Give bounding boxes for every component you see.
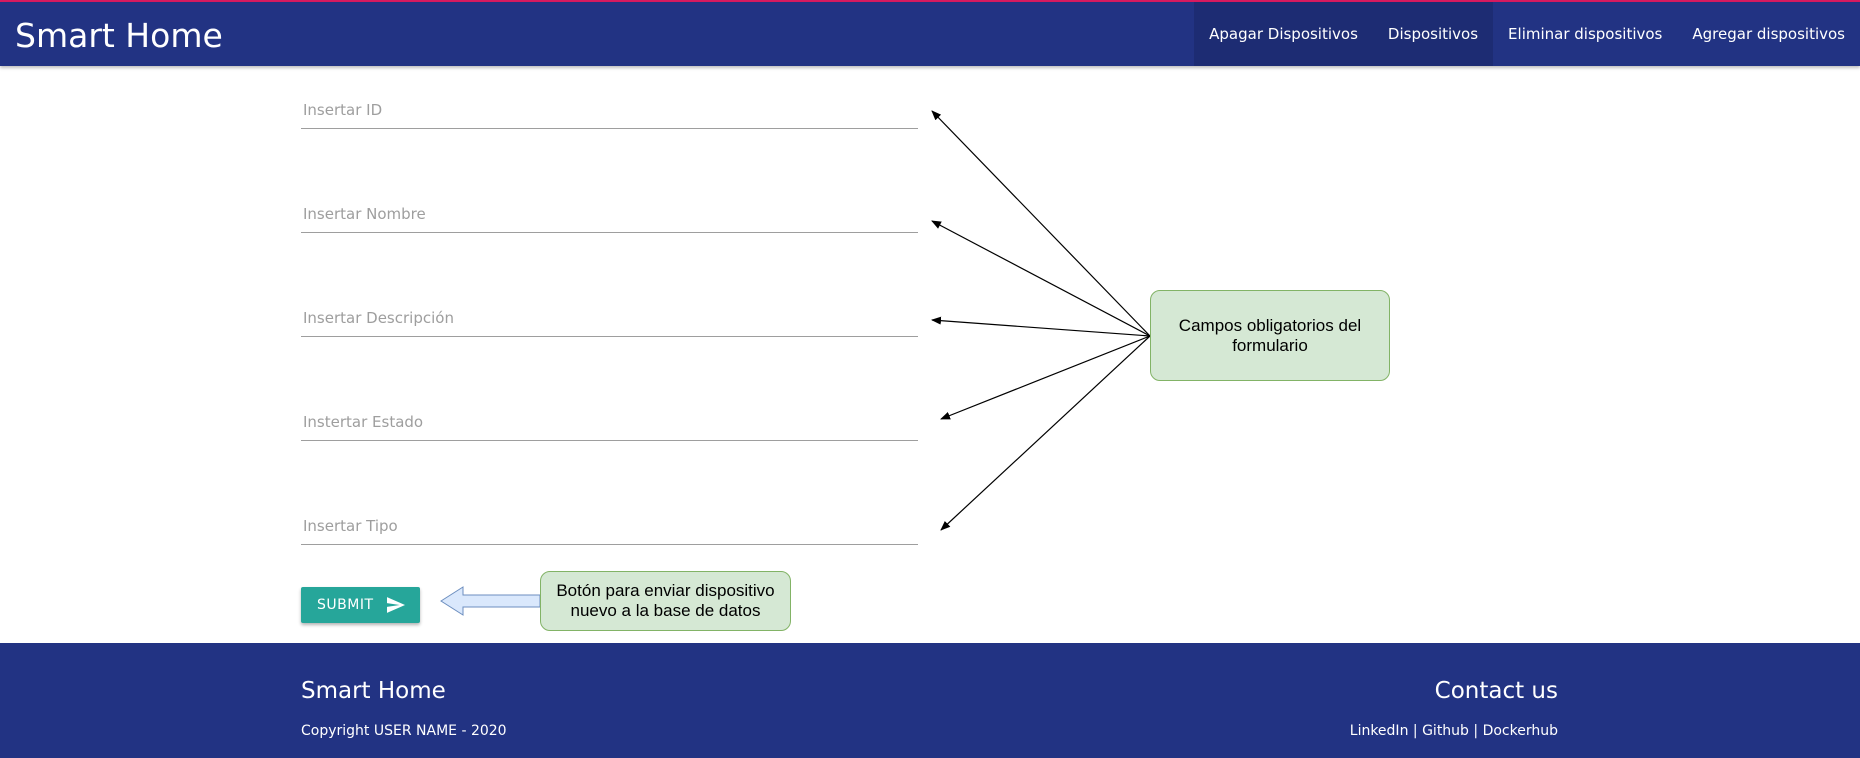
dockerhub-link[interactable]: Dockerhub bbox=[1483, 723, 1558, 739]
link-separator: | bbox=[1408, 723, 1423, 739]
link-separator: | bbox=[1468, 723, 1483, 739]
footer: Smart Home Copyright USER NAME - 2020 Co… bbox=[0, 643, 1860, 758]
footer-contact-title: Contact us bbox=[1434, 678, 1558, 704]
annotation-arrow-nombre bbox=[931, 220, 1151, 337]
github-link[interactable]: Github bbox=[1422, 723, 1469, 739]
footer-copyright: Copyright USER NAME - 2020 bbox=[301, 723, 507, 739]
footer-brand: Smart Home bbox=[301, 678, 446, 704]
annotation-arrow-estado bbox=[940, 335, 1151, 420]
annotation-arrow-descripcion bbox=[931, 316, 1151, 337]
linkedin-link[interactable]: LinkedIn bbox=[1350, 723, 1409, 739]
submit-annotation-callout: Botón para enviar dispositivo nuevo a la… bbox=[540, 571, 791, 631]
annotation-arrow-tipo bbox=[940, 335, 1151, 531]
footer-links: LinkedIn | Github | Dockerhub bbox=[1350, 723, 1558, 739]
annotation-arrow-id bbox=[931, 110, 1151, 337]
fields-annotation-callout: Campos obligatorios del formulario bbox=[1150, 290, 1390, 381]
annotation-block-arrow-submit bbox=[440, 586, 541, 616]
